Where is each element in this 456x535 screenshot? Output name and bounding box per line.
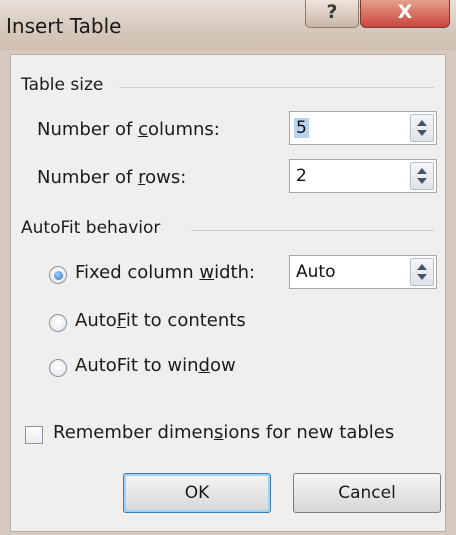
cancel-button[interactable]: Cancel [293, 473, 441, 513]
remember-label[interactable]: Remember dimensions for new tables [53, 422, 394, 443]
group-divider [191, 230, 434, 231]
table-size-heading: Table size [21, 75, 104, 95]
autofit-contents-label[interactable]: AutoFit to contents [75, 310, 246, 331]
autofit-window-label[interactable]: AutoFit to window [75, 355, 236, 376]
rows-spinner[interactable]: 2 [289, 159, 437, 193]
fixed-width-value[interactable]: Auto [296, 262, 335, 282]
spin-down-icon[interactable] [417, 178, 427, 184]
spin-up-icon[interactable] [417, 168, 427, 174]
dialog-panel: Table size Number of columns: 5 Number o… [10, 54, 446, 532]
dialog-frame: Table size Number of columns: 5 Number o… [0, 50, 456, 535]
spin-up-icon[interactable] [417, 120, 427, 126]
autofit-heading: AutoFit behavior [21, 218, 161, 238]
ok-button[interactable]: OK [123, 473, 271, 513]
close-button[interactable]: X [360, 0, 450, 28]
fixed-width-radio[interactable] [49, 266, 67, 284]
title-bar: Insert Table ? X [0, 0, 456, 50]
autofit-contents-radio[interactable] [49, 314, 67, 332]
columns-spin-arrows[interactable] [410, 114, 434, 142]
close-icon: X [397, 1, 413, 23]
columns-label: Number of columns: [37, 119, 220, 140]
spin-down-icon[interactable] [417, 130, 427, 136]
fixed-width-spin-arrows[interactable] [410, 258, 434, 286]
autofit-window-radio[interactable] [49, 359, 67, 377]
spin-down-icon[interactable] [417, 274, 427, 280]
rows-spin-arrows[interactable] [410, 162, 434, 190]
fixed-width-spinner[interactable]: Auto [289, 255, 437, 289]
rows-value[interactable]: 2 [296, 166, 307, 186]
dialog-title: Insert Table [6, 14, 122, 38]
rows-label: Number of rows: [37, 167, 187, 188]
columns-value[interactable]: 5 [294, 118, 309, 138]
help-button[interactable]: ? [305, 0, 359, 28]
help-icon: ? [326, 1, 338, 23]
group-divider [119, 87, 434, 88]
spin-up-icon[interactable] [417, 264, 427, 270]
remember-checkbox[interactable] [25, 426, 43, 444]
fixed-width-label[interactable]: Fixed column width: [75, 262, 255, 283]
columns-spinner[interactable]: 5 [289, 111, 437, 145]
